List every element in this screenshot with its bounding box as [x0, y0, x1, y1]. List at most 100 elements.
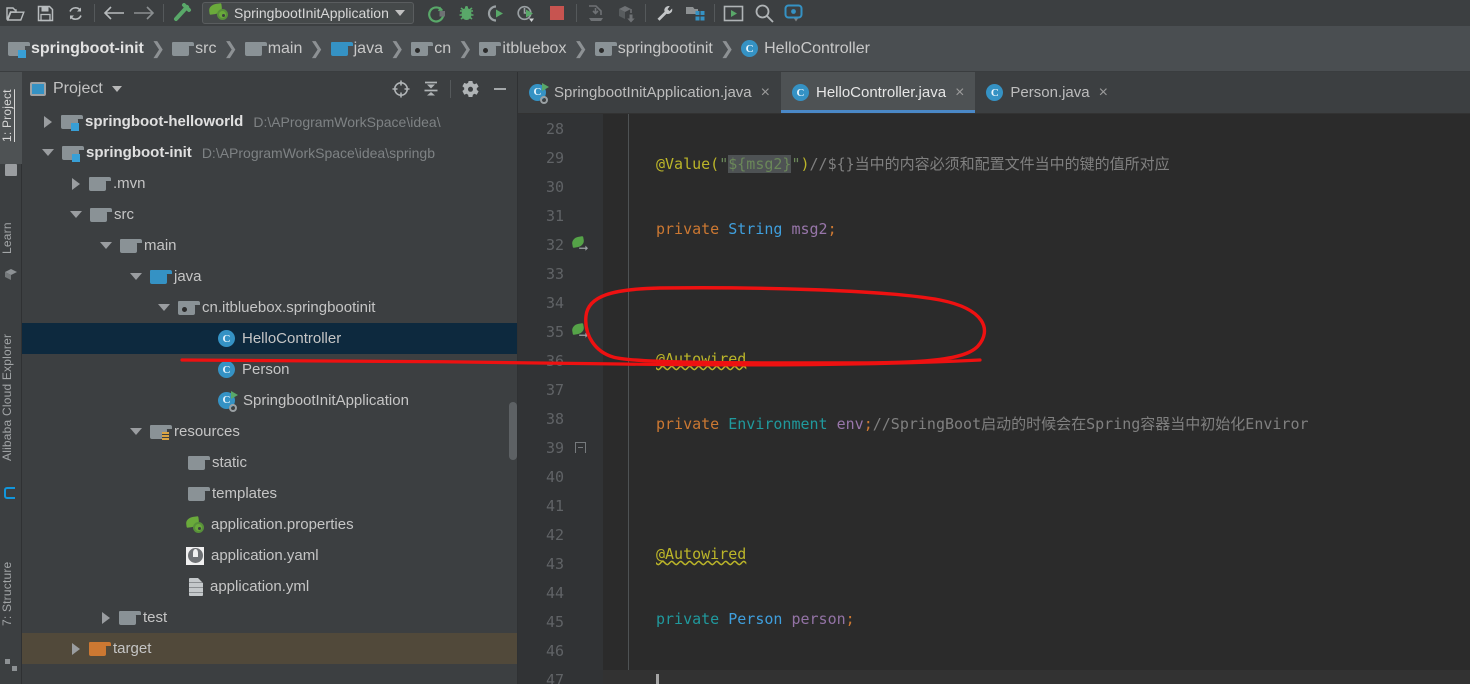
breadcrumb-item-itbluebox[interactable]: itbluebox — [479, 40, 566, 58]
code-editor[interactable]: 28 29 30 31 32 ➞ 33 34 35 ➞ 36 37 38 39 … — [518, 114, 1470, 684]
tree-item-application-properties[interactable]: application.properties — [22, 509, 518, 540]
module-folder-icon — [8, 41, 30, 58]
tab-person-java[interactable]: C Person.java × — [975, 72, 1119, 113]
chevron-down-icon[interactable] — [100, 242, 112, 249]
line-number: 40 — [545, 467, 564, 486]
tree-item-springboot-init[interactable]: springboot-init D:\AProgramWorkSpace\ide… — [22, 137, 518, 168]
chevron-down-icon[interactable] — [70, 211, 82, 218]
tree-item-main[interactable]: main — [22, 230, 518, 261]
run-with-coverage-icon[interactable] — [482, 0, 512, 26]
settings-gear-icon[interactable] — [456, 76, 484, 102]
sync-refresh-icon[interactable] — [60, 0, 90, 26]
collapse-all-icon[interactable] — [417, 76, 445, 102]
fold-marker-icon[interactable] — [574, 442, 586, 453]
code-line-36 — [603, 670, 1470, 684]
breadcrumb-label: springboot-init — [31, 39, 144, 57]
save-all-icon[interactable] — [30, 0, 60, 26]
editor-gutter[interactable]: 28 29 30 31 32 ➞ 33 34 35 ➞ 36 37 38 39 … — [518, 114, 603, 684]
sidebar-item-label: 1: Project — [0, 89, 14, 143]
spring-bean-icon[interactable]: ➞ — [570, 323, 589, 341]
chevron-right-icon[interactable] — [102, 611, 110, 624]
sidebar-item-learn[interactable]: Learn — [0, 212, 22, 264]
sidebar-item-project[interactable]: 1: Project — [0, 72, 22, 164]
navigate-back-icon[interactable] — [99, 0, 129, 26]
sidebar-item-alibaba-cloud-explorer[interactable]: Alibaba Cloud Explorer — [0, 312, 22, 482]
tree-item-springbootinitapplication[interactable]: C SpringbootInitApplication — [22, 385, 518, 416]
project-window-icon — [30, 82, 46, 96]
project-panel-title-group[interactable]: Project — [30, 80, 122, 98]
code-line-28: @Value("${msg2}")//${}当中的内容必须和配置文件当中的键的值… — [656, 155, 1170, 173]
select-opened-file-icon[interactable] — [387, 76, 415, 102]
close-icon[interactable]: × — [761, 84, 770, 102]
open-folder-icon[interactable] — [0, 0, 30, 26]
package-icon — [178, 300, 200, 315]
project-structure-icon[interactable] — [680, 0, 710, 26]
gutter-line: 43 — [518, 549, 603, 578]
sidebar-item-structure[interactable]: 7: Structure — [0, 534, 22, 654]
chevron-right-icon[interactable] — [72, 177, 80, 190]
breadcrumb-item-module[interactable]: springboot-init — [8, 40, 144, 58]
resources-folder-icon — [150, 424, 172, 440]
breadcrumb-item-cn[interactable]: cn — [411, 40, 451, 58]
hide-panel-icon[interactable] — [486, 76, 514, 102]
chevron-down-icon[interactable] — [394, 10, 405, 16]
chevron-down-icon[interactable] — [130, 428, 142, 435]
navigate-forward-icon[interactable] — [129, 0, 159, 26]
tree-item-templates[interactable]: templates — [22, 478, 518, 509]
chevron-right-icon[interactable] — [72, 642, 80, 655]
java-class-icon: C — [218, 361, 235, 378]
chevron-down-icon[interactable] — [42, 149, 54, 156]
tree-item-test[interactable]: test — [22, 602, 518, 633]
tree-item-target[interactable]: target — [22, 633, 518, 664]
stop-icon[interactable] — [542, 0, 572, 26]
tree-item-application-yaml[interactable]: application.yaml — [22, 540, 518, 571]
tree-item-springboot-helloworld[interactable]: springboot-helloworld D:\AProgramWorkSpa… — [22, 106, 518, 137]
toggle-distraction-free-icon[interactable] — [779, 0, 809, 26]
close-icon[interactable]: × — [1099, 84, 1108, 102]
install-icon[interactable] — [611, 0, 641, 26]
tree-item-hellocontroller[interactable]: C HelloController — [22, 323, 518, 354]
tree-item-static[interactable]: static — [22, 447, 518, 478]
run-configuration-selector[interactable]: SpringbootInitApplication — [202, 2, 414, 24]
chevron-down-icon[interactable] — [111, 86, 122, 92]
gutter-line: 42 — [518, 520, 603, 549]
tree-item-resources[interactable]: resources — [22, 416, 518, 447]
build-hammer-icon[interactable] — [168, 0, 198, 26]
update-application-icon[interactable] — [581, 0, 611, 26]
search-everywhere-icon[interactable] — [749, 0, 779, 26]
spring-bean-icon[interactable]: ➞ — [570, 236, 589, 254]
tree-item-java[interactable]: java — [22, 261, 518, 292]
gutter-line: 39 — [518, 433, 603, 462]
chevron-right-icon[interactable] — [44, 115, 52, 128]
debug-icon[interactable] — [452, 0, 482, 26]
tree-item-package[interactable]: cn.itbluebox.springbootinit — [22, 292, 518, 323]
tree-item-label: target — [113, 640, 152, 657]
yml-file-icon — [189, 577, 203, 596]
tree-item-label: java — [174, 268, 202, 285]
line-number: 33 — [545, 264, 564, 283]
breadcrumb-item-springbootinit[interactable]: springbootinit — [594, 40, 713, 58]
tree-item-application-yml[interactable]: application.yml — [22, 571, 518, 602]
line-number: 39 — [545, 438, 564, 457]
run-anything-icon[interactable] — [719, 0, 749, 26]
tree-item-label: static — [212, 454, 248, 471]
code-text[interactable]: @Value("${msg2}")//${}当中的内容必须和配置文件当中的键的值… — [603, 114, 1470, 684]
tab-springbootinitapplication-java[interactable]: C SpringbootInitApplication.java × — [518, 72, 781, 113]
project-tree-scrollbar[interactable] — [509, 402, 517, 460]
settings-wrench-icon[interactable] — [650, 0, 680, 26]
profiler-icon[interactable] — [512, 0, 542, 26]
line-number: 36 — [545, 351, 564, 370]
gutter-line: 41 — [518, 491, 603, 520]
chevron-down-icon[interactable] — [130, 273, 142, 280]
tree-item-mvn[interactable]: .mvn — [22, 168, 518, 199]
tab-hellocontroller-java[interactable]: C HelloController.java × — [780, 72, 976, 113]
tree-item-src[interactable]: src — [22, 199, 518, 230]
breadcrumb-item-java[interactable]: java — [330, 40, 383, 58]
breadcrumb-item-src[interactable]: src — [172, 40, 216, 58]
tree-item-person[interactable]: C Person — [22, 354, 518, 385]
close-icon[interactable]: × — [955, 84, 964, 102]
breadcrumb-item-hellocontroller[interactable]: C HelloController — [741, 40, 870, 58]
breadcrumb-item-main[interactable]: main — [244, 40, 302, 58]
run-icon[interactable] — [422, 0, 452, 26]
chevron-down-icon[interactable] — [158, 304, 170, 311]
